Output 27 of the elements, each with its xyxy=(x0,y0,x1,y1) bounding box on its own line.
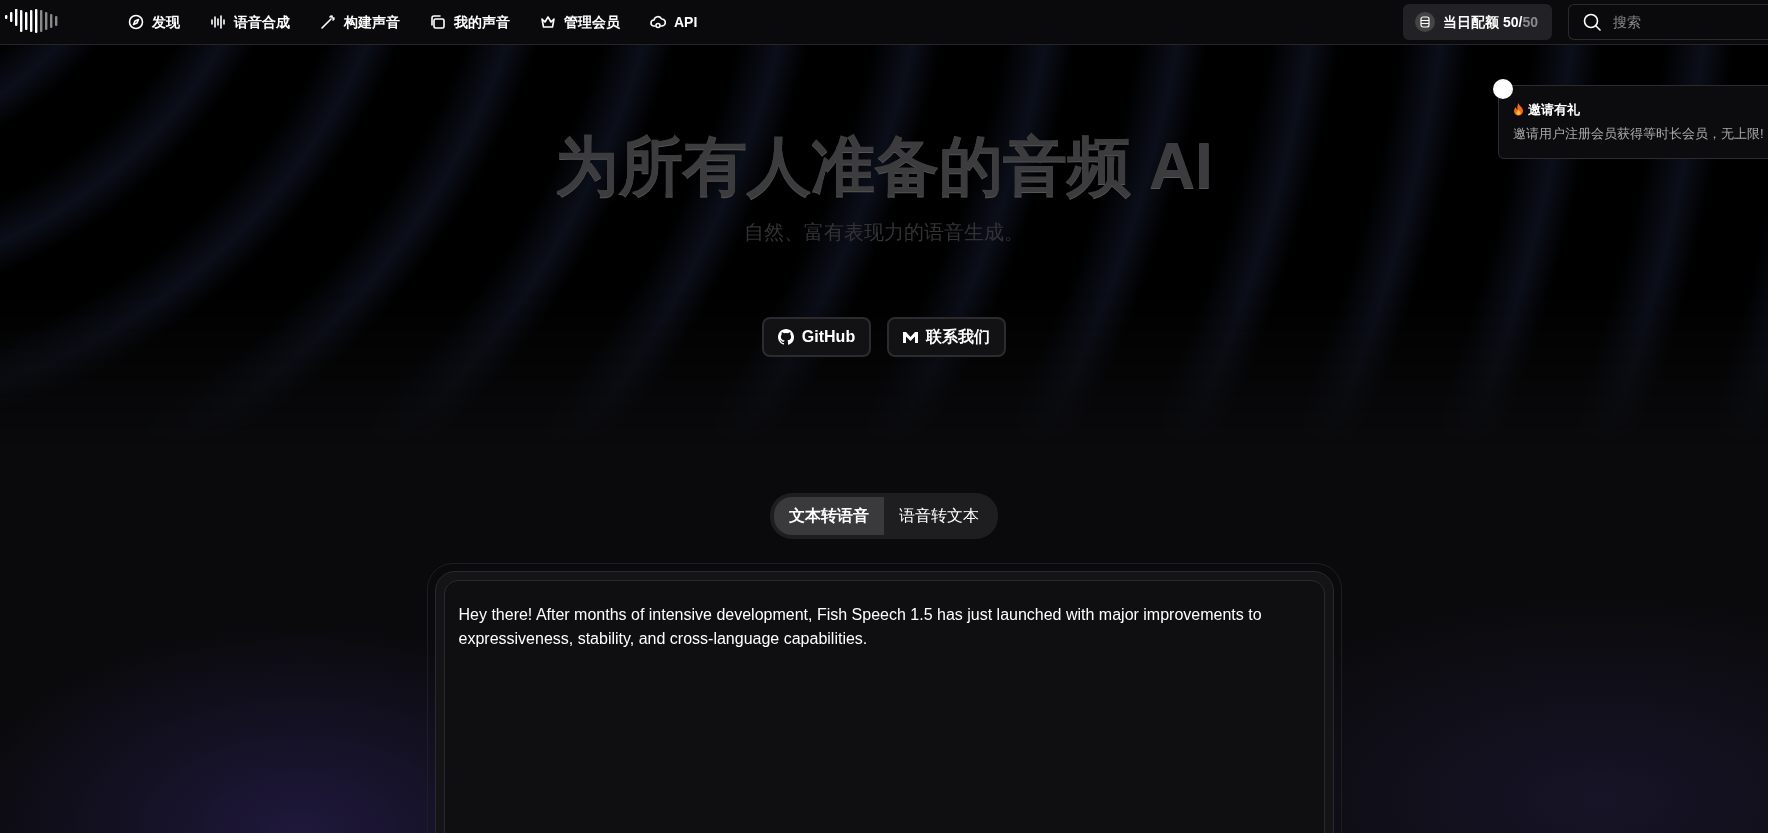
github-icon xyxy=(777,329,794,346)
mail-icon xyxy=(903,331,919,344)
folders-icon xyxy=(430,14,446,30)
mode-tab[interactable]: 语音转文本 xyxy=(884,497,994,536)
nav-link[interactable]: API xyxy=(650,11,698,33)
hero-button[interactable]: 联系我们 xyxy=(887,317,1007,358)
cloud-icon xyxy=(650,14,666,30)
magic-wand-icon xyxy=(320,14,336,30)
nav-link[interactable]: 构建声音 xyxy=(320,11,400,33)
nav-link[interactable]: 语音合成 xyxy=(210,11,290,33)
search-field[interactable]: 搜索 xyxy=(1568,4,1768,40)
hero-button[interactable]: GitHub xyxy=(761,317,872,358)
text-input-field[interactable]: Hey there! After months of intensive development, Fish Speech 1.5 has just launched with major improvements to expressiveness, stability, and cross-language capabilities. xyxy=(443,580,1325,833)
flame-icon xyxy=(1513,103,1524,117)
mode-tab[interactable]: 文本转语音 xyxy=(774,497,884,536)
nav-link[interactable]: 发现 xyxy=(128,11,180,33)
nav-link[interactable]: 我的声音 xyxy=(430,11,510,33)
hero-title: 为所有人准备的音频 AI xyxy=(555,131,1213,202)
crown-icon xyxy=(540,14,556,30)
waveform-icon xyxy=(210,14,226,30)
quota-button[interactable]: 当日配额 50/50 xyxy=(1403,4,1552,40)
database-icon xyxy=(1415,12,1436,32)
notification-text: 邀请用户注册会员获得等时长会员，无上限! xyxy=(1513,124,1765,143)
nav-link[interactable]: 管理会员 xyxy=(540,11,620,33)
notification-title: 邀请有礼 xyxy=(1528,101,1580,119)
search-icon xyxy=(1582,12,1602,32)
compass-icon xyxy=(128,14,144,30)
